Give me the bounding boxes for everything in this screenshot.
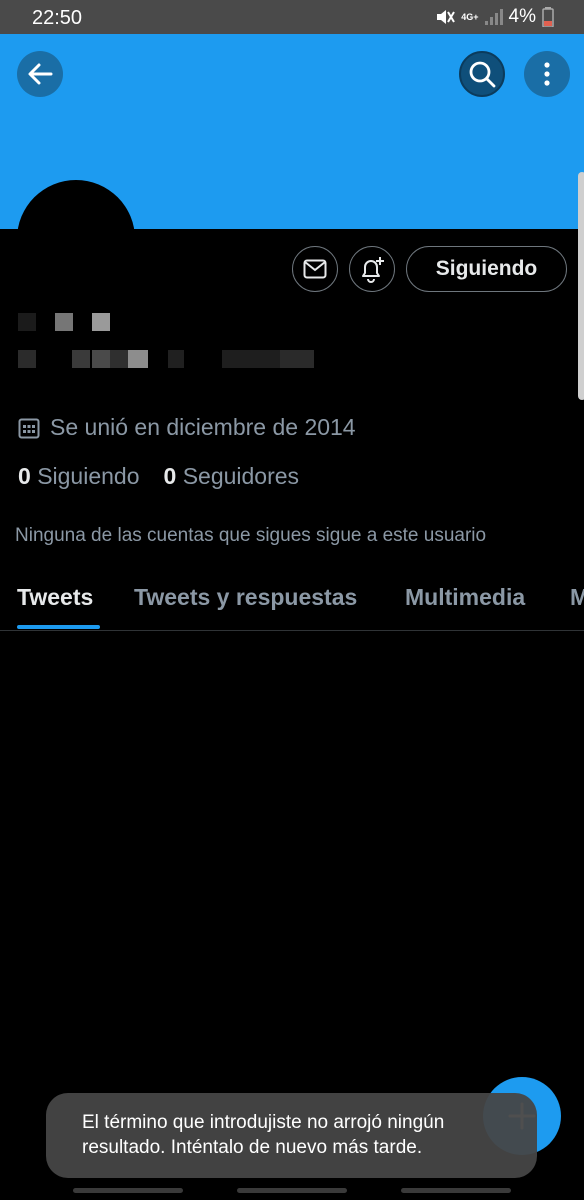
nav-back[interactable]	[401, 1188, 511, 1193]
following-label: Siguiendo	[37, 463, 140, 489]
status-bar: 22:50 4G+ 4%	[0, 0, 584, 34]
scrollbar[interactable]	[578, 172, 584, 400]
followers-stat[interactable]: 0 Seguidores	[164, 463, 300, 490]
follow-stats: 0 Siguiendo 0 Seguidores	[18, 463, 299, 490]
system-nav-bar	[0, 1185, 584, 1200]
following-stat[interactable]: 0 Siguiendo	[18, 463, 140, 490]
status-time: 22:50	[32, 7, 83, 29]
network-type: 4G+	[461, 11, 479, 22]
toast-message: El término que introdujiste no arrojó ni…	[82, 1112, 445, 1158]
battery-icon	[542, 7, 554, 27]
following-count: 0	[18, 463, 31, 489]
more-options-button[interactable]	[524, 51, 570, 97]
active-tab-indicator	[17, 625, 100, 629]
status-icons: 4G+ 4%	[435, 6, 554, 28]
search-button[interactable]	[459, 51, 505, 97]
followers-count: 0	[163, 463, 177, 489]
mute-icon	[435, 8, 456, 26]
back-arrow-icon	[28, 63, 53, 85]
tab-tweets[interactable]: Tweets	[17, 584, 93, 611]
followers-label: Seguidores	[182, 463, 300, 489]
message-button[interactable]	[292, 246, 338, 292]
error-toast: El término que introdujiste no arrojó ni…	[46, 1093, 537, 1178]
tab-tweets-replies[interactable]: Tweets y respuestas	[134, 584, 357, 611]
following-button[interactable]: Siguiendo	[406, 246, 567, 292]
profile-actions: Siguiendo	[0, 246, 584, 292]
tab-likes[interactable]: M	[570, 584, 584, 611]
profile-tabs: Tweets Tweets y respuestas Multimedia M	[0, 570, 584, 631]
tab-media[interactable]: Multimedia	[405, 584, 525, 611]
joined-text: Se unió en diciembre de 2014	[50, 414, 356, 440]
back-button[interactable]	[17, 51, 63, 97]
nav-home[interactable]	[237, 1188, 347, 1193]
mutual-followers-note: Ninguna de las cuentas que sigues sigue …	[15, 525, 487, 546]
signal-icon	[484, 9, 503, 25]
battery-level: 4%	[508, 6, 536, 27]
notifications-button[interactable]	[349, 246, 395, 292]
bell-plus-icon	[362, 257, 384, 283]
calendar-icon	[18, 418, 40, 438]
joined-date: Se unió en diciembre de 2014	[18, 414, 356, 441]
nav-recent[interactable]	[73, 1188, 183, 1193]
more-vertical-icon	[544, 62, 550, 86]
envelope-icon	[303, 259, 327, 279]
search-icon	[469, 61, 496, 88]
